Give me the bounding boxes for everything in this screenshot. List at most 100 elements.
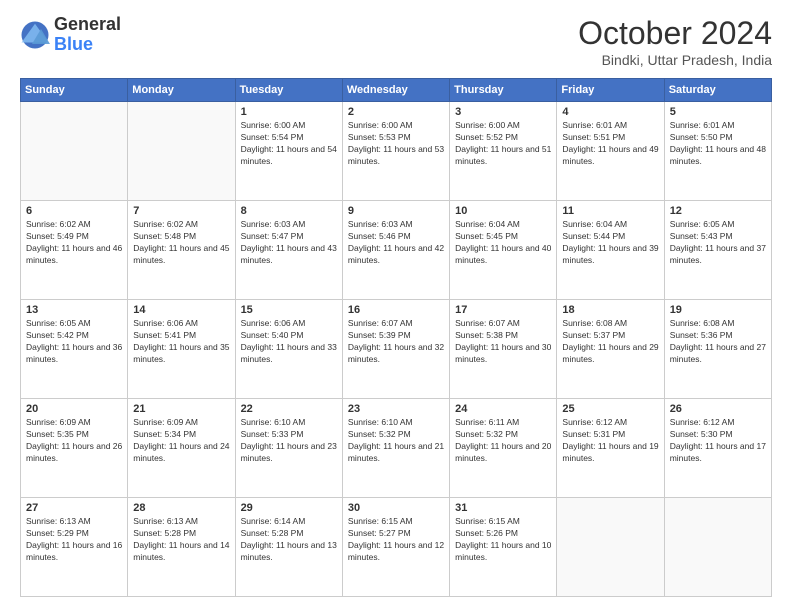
logo-general-text: General bbox=[54, 15, 121, 35]
day-info: Sunrise: 6:07 AMSunset: 5:39 PMDaylight:… bbox=[348, 318, 444, 366]
day-number: 9 bbox=[348, 205, 444, 217]
day-number: 3 bbox=[455, 106, 551, 118]
calendar-cell: 19 Sunrise: 6:08 AMSunset: 5:36 PMDayligh… bbox=[664, 300, 771, 399]
day-info: Sunrise: 6:12 AMSunset: 5:31 PMDaylight:… bbox=[562, 417, 658, 465]
day-info: Sunrise: 6:14 AMSunset: 5:28 PMDaylight:… bbox=[241, 516, 337, 564]
calendar-week-3: 20 Sunrise: 6:09 AMSunset: 5:35 PMDayligh… bbox=[21, 399, 772, 498]
calendar-cell: 15 Sunrise: 6:06 AMSunset: 5:40 PMDayligh… bbox=[235, 300, 342, 399]
day-number: 2 bbox=[348, 106, 444, 118]
day-number: 20 bbox=[26, 403, 122, 415]
calendar-cell: 23 Sunrise: 6:10 AMSunset: 5:32 PMDayligh… bbox=[342, 399, 449, 498]
day-number: 17 bbox=[455, 304, 551, 316]
day-number: 25 bbox=[562, 403, 658, 415]
calendar-cell: 2Sunrise: 6:00 AMSunset: 5:53 PMDaylight… bbox=[342, 102, 449, 201]
weekday-header-tuesday: Tuesday bbox=[235, 79, 342, 102]
calendar-cell: 8Sunrise: 6:03 AMSunset: 5:47 PMDaylight… bbox=[235, 201, 342, 300]
calendar-cell: 31 Sunrise: 6:15 AMSunset: 5:26 PMDayligh… bbox=[450, 498, 557, 597]
day-info: Sunrise: 6:12 AMSunset: 5:30 PMDaylight:… bbox=[670, 417, 766, 465]
month-title: October 2024 bbox=[578, 15, 772, 52]
calendar-body: 1 Sunrise: 6:00 AMSunset: 5:54 PMDaylight… bbox=[21, 102, 772, 597]
weekday-header-friday: Friday bbox=[557, 79, 664, 102]
calendar-cell: 10Sunrise: 6:04 AMSunset: 5:45 PMDayligh… bbox=[450, 201, 557, 300]
calendar-cell bbox=[664, 498, 771, 597]
calendar-cell: 30 Sunrise: 6:15 AMSunset: 5:27 PMDayligh… bbox=[342, 498, 449, 597]
day-number: 6 bbox=[26, 205, 122, 217]
day-info: Sunrise: 6:09 AMSunset: 5:35 PMDaylight:… bbox=[26, 417, 122, 465]
day-number: 19 bbox=[670, 304, 766, 316]
calendar-cell: 21 Sunrise: 6:09 AMSunset: 5:34 PMDayligh… bbox=[128, 399, 235, 498]
day-number: 31 bbox=[455, 502, 551, 514]
day-number: 23 bbox=[348, 403, 444, 415]
calendar-cell: 13 Sunrise: 6:05 AMSunset: 5:42 PMDayligh… bbox=[21, 300, 128, 399]
calendar-cell: 29 Sunrise: 6:14 AMSunset: 5:28 PMDayligh… bbox=[235, 498, 342, 597]
day-info: Sunrise: 6:09 AMSunset: 5:34 PMDaylight:… bbox=[133, 417, 229, 465]
calendar-cell: 17 Sunrise: 6:07 AMSunset: 5:38 PMDayligh… bbox=[450, 300, 557, 399]
calendar-cell: 14 Sunrise: 6:06 AMSunset: 5:41 PMDayligh… bbox=[128, 300, 235, 399]
day-info: Sunrise: 6:06 AMSunset: 5:40 PMDaylight:… bbox=[241, 318, 337, 366]
day-info: Sunrise: 6:13 AMSunset: 5:28 PMDaylight:… bbox=[133, 516, 229, 564]
calendar-cell: 22Sunrise: 6:10 AMSunset: 5:33 PMDayligh… bbox=[235, 399, 342, 498]
calendar-cell bbox=[21, 102, 128, 201]
day-info: Sunrise: 6:10 AMSunset: 5:32 PMDaylight:… bbox=[348, 417, 444, 465]
day-info: Sunrise: 6:15 AMSunset: 5:26 PMDaylight:… bbox=[455, 516, 551, 564]
day-number: 13 bbox=[26, 304, 122, 316]
weekday-header-sunday: Sunday bbox=[21, 79, 128, 102]
day-info: Sunrise: 6:07 AMSunset: 5:38 PMDaylight:… bbox=[455, 318, 551, 366]
calendar-cell: 12 Sunrise: 6:05 AMSunset: 5:43 PMDayligh… bbox=[664, 201, 771, 300]
calendar-week-0: 1 Sunrise: 6:00 AMSunset: 5:54 PMDaylight… bbox=[21, 102, 772, 201]
day-number: 5 bbox=[670, 106, 766, 118]
day-number: 4 bbox=[562, 106, 658, 118]
calendar-cell bbox=[557, 498, 664, 597]
logo-blue-text: Blue bbox=[54, 35, 121, 55]
day-number: 30 bbox=[348, 502, 444, 514]
title-section: October 2024 Bindki, Uttar Pradesh, Indi… bbox=[578, 15, 772, 68]
day-number: 16 bbox=[348, 304, 444, 316]
day-number: 29 bbox=[241, 502, 337, 514]
day-number: 1 bbox=[241, 106, 337, 118]
calendar-cell: 7Sunrise: 6:02 AMSunset: 5:48 PMDaylight… bbox=[128, 201, 235, 300]
calendar-cell: 6Sunrise: 6:02 AMSunset: 5:49 PMDaylight… bbox=[21, 201, 128, 300]
calendar-cell: 27Sunrise: 6:13 AMSunset: 5:29 PMDayligh… bbox=[21, 498, 128, 597]
day-number: 10 bbox=[455, 205, 551, 217]
day-number: 18 bbox=[562, 304, 658, 316]
calendar-cell: 24Sunrise: 6:11 AMSunset: 5:32 PMDayligh… bbox=[450, 399, 557, 498]
day-number: 14 bbox=[133, 304, 229, 316]
logo: General Blue bbox=[20, 15, 121, 55]
calendar-week-4: 27Sunrise: 6:13 AMSunset: 5:29 PMDayligh… bbox=[21, 498, 772, 597]
day-number: 21 bbox=[133, 403, 229, 415]
calendar-cell: 3Sunrise: 6:00 AMSunset: 5:52 PMDaylight… bbox=[450, 102, 557, 201]
day-number: 15 bbox=[241, 304, 337, 316]
weekday-header-saturday: Saturday bbox=[664, 79, 771, 102]
day-info: Sunrise: 6:05 AMSunset: 5:43 PMDaylight:… bbox=[670, 219, 766, 267]
page: General Blue October 2024 Bindki, Uttar … bbox=[0, 0, 792, 612]
day-info: Sunrise: 6:00 AMSunset: 5:54 PMDaylight:… bbox=[241, 120, 337, 168]
calendar-cell: 20 Sunrise: 6:09 AMSunset: 5:35 PMDayligh… bbox=[21, 399, 128, 498]
day-info: Sunrise: 6:08 AMSunset: 5:36 PMDaylight:… bbox=[670, 318, 766, 366]
day-info: Sunrise: 6:06 AMSunset: 5:41 PMDaylight:… bbox=[133, 318, 229, 366]
calendar-cell bbox=[128, 102, 235, 201]
calendar-cell: 9Sunrise: 6:03 AMSunset: 5:46 PMDaylight… bbox=[342, 201, 449, 300]
weekday-header-row: SundayMondayTuesdayWednesdayThursdayFrid… bbox=[21, 79, 772, 102]
calendar-cell: 5Sunrise: 6:01 AMSunset: 5:50 PMDaylight… bbox=[664, 102, 771, 201]
day-info: Sunrise: 6:05 AMSunset: 5:42 PMDaylight:… bbox=[26, 318, 122, 366]
calendar-week-2: 13 Sunrise: 6:05 AMSunset: 5:42 PMDayligh… bbox=[21, 300, 772, 399]
day-number: 12 bbox=[670, 205, 766, 217]
day-number: 26 bbox=[670, 403, 766, 415]
calendar-cell: 16 Sunrise: 6:07 AMSunset: 5:39 PMDayligh… bbox=[342, 300, 449, 399]
day-info: Sunrise: 6:03 AMSunset: 5:47 PMDaylight:… bbox=[241, 219, 337, 267]
weekday-header-monday: Monday bbox=[128, 79, 235, 102]
calendar-cell: 18 Sunrise: 6:08 AMSunset: 5:37 PMDayligh… bbox=[557, 300, 664, 399]
day-info: Sunrise: 6:01 AMSunset: 5:51 PMDaylight:… bbox=[562, 120, 658, 168]
calendar-week-1: 6Sunrise: 6:02 AMSunset: 5:49 PMDaylight… bbox=[21, 201, 772, 300]
logo-text: General Blue bbox=[54, 15, 121, 55]
day-number: 7 bbox=[133, 205, 229, 217]
day-number: 11 bbox=[562, 205, 658, 217]
day-info: Sunrise: 6:04 AMSunset: 5:44 PMDaylight:… bbox=[562, 219, 658, 267]
calendar-cell: 25 Sunrise: 6:12 AMSunset: 5:31 PMDayligh… bbox=[557, 399, 664, 498]
day-info: Sunrise: 6:15 AMSunset: 5:27 PMDaylight:… bbox=[348, 516, 444, 564]
day-info: Sunrise: 6:10 AMSunset: 5:33 PMDaylight:… bbox=[241, 417, 337, 465]
day-number: 28 bbox=[133, 502, 229, 514]
day-number: 27 bbox=[26, 502, 122, 514]
day-info: Sunrise: 6:08 AMSunset: 5:37 PMDaylight:… bbox=[562, 318, 658, 366]
calendar-table: SundayMondayTuesdayWednesdayThursdayFrid… bbox=[20, 78, 772, 597]
